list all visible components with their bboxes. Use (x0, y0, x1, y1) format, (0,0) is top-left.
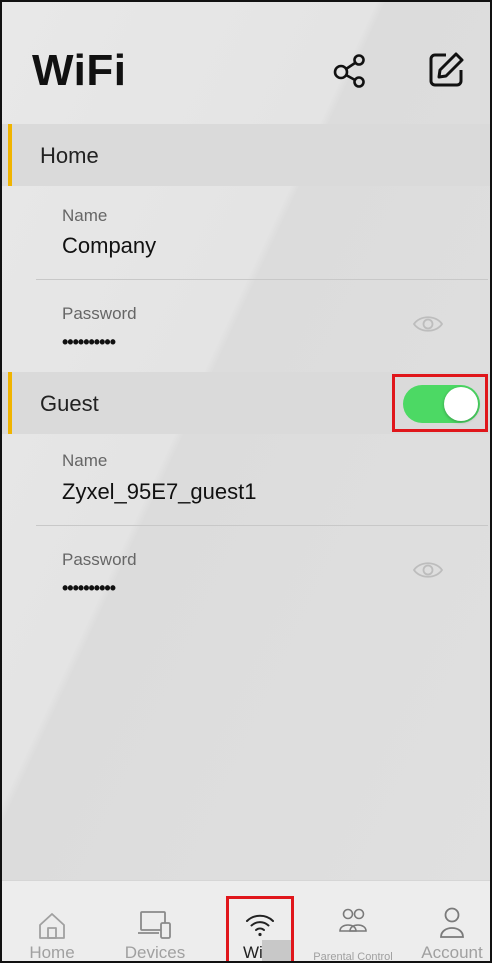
nav-item-account[interactable]: Account (412, 881, 490, 962)
home-section-title: Home (40, 143, 99, 168)
guest-name-value: Zyxel_95E7_guest1 (62, 479, 257, 504)
guest-section-title: Guest (40, 391, 99, 416)
account-icon (440, 907, 464, 938)
home-password-value: •••••••••• (62, 332, 116, 352)
home-password-field[interactable]: Password •••••••••• (2, 280, 490, 372)
toggle-knob (444, 387, 478, 421)
nav-item-home[interactable]: Home (20, 881, 84, 962)
eye-icon[interactable] (412, 313, 444, 335)
eye-icon[interactable] (412, 559, 444, 581)
header: WiFi (2, 2, 490, 124)
home-password-label: Password (62, 304, 137, 323)
edit-icon[interactable] (426, 50, 466, 90)
guest-password-value: •••••••••• (62, 578, 116, 598)
nav-label: Devices (124, 943, 186, 962)
page-title: WiFi (32, 46, 127, 95)
guest-toggle-highlight (392, 374, 488, 432)
guest-wifi-toggle[interactable] (403, 385, 480, 423)
wifi-nav-highlight (226, 896, 294, 961)
guest-password-label: Password (62, 550, 137, 569)
share-icon[interactable] (330, 50, 370, 90)
home-name-value: Company (62, 233, 157, 258)
guest-name-label: Name (62, 451, 108, 470)
home-section-header: Home (2, 124, 490, 186)
app-screen: WiFi Home Name Company Password ••••••••… (0, 0, 492, 963)
parental-control-icon (339, 908, 367, 932)
guest-name-field[interactable]: Name Zyxel_95E7_guest1 (2, 434, 490, 526)
nav-label: Home (29, 943, 75, 962)
home-name-label: Name (62, 206, 108, 225)
guest-password-field[interactable]: Password •••••••••• (2, 526, 490, 618)
nav-item-parental-control[interactable]: Parental Control (298, 881, 408, 963)
nav-item-devices[interactable]: Devices (112, 881, 198, 962)
section-accent (8, 372, 12, 434)
home-icon (39, 913, 65, 939)
devices-icon (138, 911, 171, 939)
section-accent (8, 124, 12, 186)
nav-label: Account (421, 943, 483, 962)
home-name-field[interactable]: Name Company (2, 186, 490, 280)
nav-label: Parental Control (313, 951, 393, 963)
